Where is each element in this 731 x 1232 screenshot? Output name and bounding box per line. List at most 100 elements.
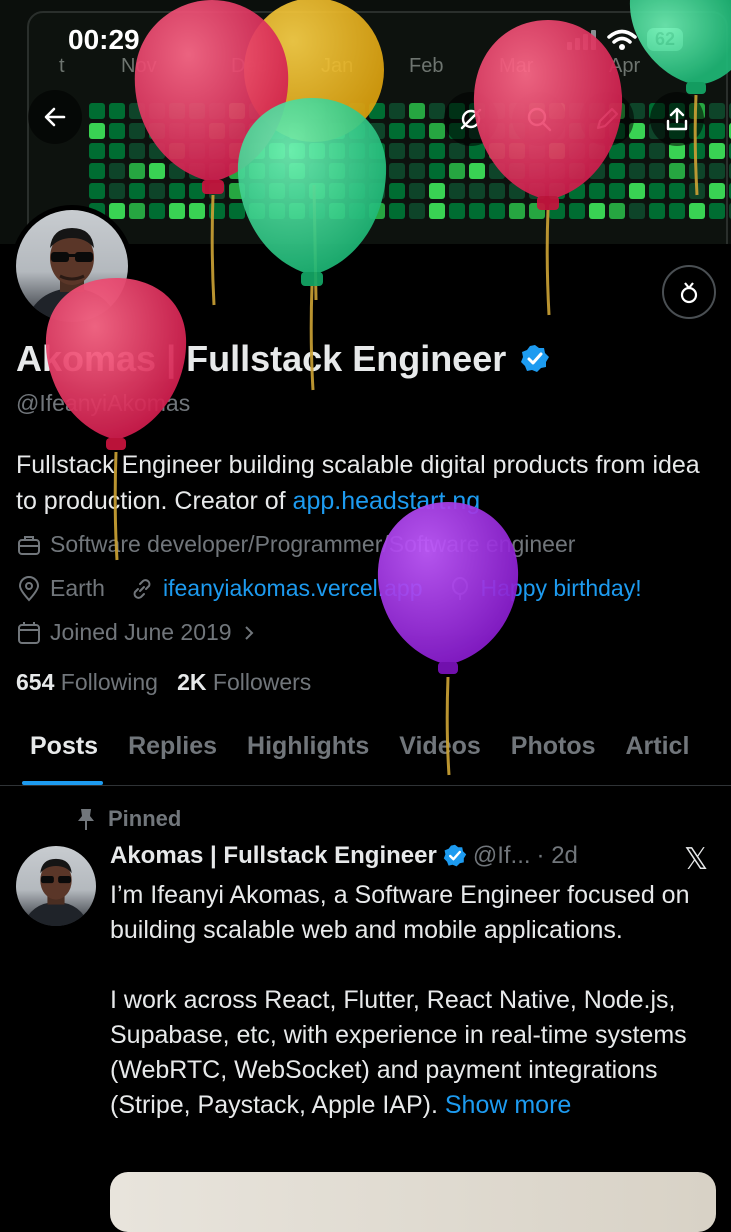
contribution-cell	[189, 143, 205, 159]
birthday-text[interactable]: Happy birthday!	[481, 575, 642, 602]
contribution-cell	[229, 183, 245, 199]
contribution-cell	[329, 143, 345, 159]
contribution-cell	[169, 123, 185, 139]
contribution-cell	[529, 183, 545, 199]
verified-badge-icon[interactable]	[520, 344, 550, 374]
contribution-cell	[129, 163, 145, 179]
post-media[interactable]	[110, 1172, 716, 1232]
contribution-cell	[189, 163, 205, 179]
post-author-name[interactable]: Akomas | Fullstack Engineer	[110, 842, 437, 870]
contribution-cell	[449, 143, 465, 159]
contribution-cell	[329, 103, 345, 119]
contribution-cell	[309, 183, 325, 199]
contribution-cell	[369, 143, 385, 159]
gift-icon	[680, 282, 698, 304]
search-button[interactable]	[512, 92, 566, 146]
post-avatar[interactable]	[16, 846, 96, 926]
contribution-cell	[489, 183, 505, 199]
share-button[interactable]	[650, 92, 704, 146]
month-label: Nov	[121, 55, 157, 77]
grok-button[interactable]	[444, 92, 498, 146]
link-icon	[133, 578, 151, 599]
website-item[interactable]: ifeanyiakomas.vercel.app	[129, 575, 423, 602]
contribution-cell	[149, 123, 165, 139]
contribution-cell	[409, 183, 425, 199]
following-count: 654	[16, 669, 55, 695]
contribution-cell	[169, 183, 185, 199]
contribution-cell	[149, 203, 165, 219]
contribution-cell	[209, 203, 225, 219]
contribution-cell	[509, 143, 525, 159]
contribution-cell	[129, 123, 145, 139]
x-logo-icon[interactable]: 𝕏	[684, 842, 708, 877]
contribution-cell	[529, 203, 545, 219]
battery-indicator: 62	[646, 28, 683, 51]
tab-highlights[interactable]: Highlights	[232, 720, 384, 785]
contribution-cell	[189, 183, 205, 199]
contribution-cell	[649, 163, 665, 179]
contribution-cell	[329, 183, 345, 199]
post-author-handle: @If...	[472, 842, 531, 869]
contribution-cell	[89, 123, 105, 139]
contribution-cell	[289, 143, 305, 159]
contribution-cell	[89, 103, 105, 119]
gift-button[interactable]	[662, 265, 716, 319]
contribution-cell	[429, 103, 445, 119]
contribution-cell	[589, 203, 605, 219]
contribution-cell	[429, 123, 445, 139]
profile-bio: Fullstack Engineer building scalable dig…	[16, 447, 716, 519]
contribution-cell	[329, 203, 345, 219]
contribution-cell	[389, 143, 405, 159]
contribution-cell	[289, 123, 305, 139]
contribution-cell	[209, 103, 225, 119]
contribution-cell	[249, 123, 265, 139]
location-text: Earth	[50, 575, 105, 601]
contribution-cell	[509, 183, 525, 199]
contribution-cell	[709, 143, 725, 159]
contribution-cell	[589, 163, 605, 179]
contribution-cell	[609, 183, 625, 199]
contribution-cell	[549, 183, 565, 199]
pencil-icon	[596, 107, 619, 130]
followers-link[interactable]: 2K Followers	[177, 669, 311, 695]
month-label: Dec	[231, 55, 267, 77]
contribution-cell	[249, 143, 265, 159]
contribution-cell	[629, 183, 645, 199]
contribution-cell	[489, 143, 505, 159]
contribution-cell	[389, 183, 405, 199]
contribution-cell	[409, 203, 425, 219]
location-icon	[18, 575, 40, 601]
tab-posts[interactable]: Posts	[0, 720, 113, 785]
profile-avatar[interactable]	[11, 205, 133, 327]
contribution-cell	[689, 183, 705, 199]
profile-name-row: Akomas | Fullstack Engineer	[16, 338, 550, 380]
contribution-cell	[229, 123, 245, 139]
contribution-cell	[89, 183, 105, 199]
following-link[interactable]: 654 Following	[16, 669, 158, 695]
back-button[interactable]	[28, 90, 82, 144]
contribution-cell	[149, 163, 165, 179]
tab-photos[interactable]: Photos	[496, 720, 611, 785]
month-label: Mar	[499, 55, 534, 77]
birthday-item[interactable]: Happy birthday!	[447, 575, 642, 602]
contribution-cell	[329, 123, 345, 139]
joined-row[interactable]: Joined June 2019	[16, 619, 258, 646]
show-more-link[interactable]: Show more	[445, 1091, 571, 1119]
tab-videos[interactable]: Videos	[384, 720, 496, 785]
contribution-cell	[669, 183, 685, 199]
website-link[interactable]: ifeanyiakomas.vercel.app	[163, 575, 423, 602]
bio-link[interactable]: app.headstart.ng	[293, 487, 481, 515]
contribution-cell	[609, 163, 625, 179]
post-body[interactable]: I’m Ifeanyi Akomas, a Software Engineer …	[110, 878, 720, 1123]
contribution-cell	[629, 203, 645, 219]
contribution-cell	[669, 203, 685, 219]
contribution-cell	[469, 203, 485, 219]
tab-articles[interactable]: Articl	[611, 720, 705, 785]
edit-button[interactable]	[580, 92, 634, 146]
contribution-cell	[589, 183, 605, 199]
contribution-cell	[389, 203, 405, 219]
tab-replies[interactable]: Replies	[113, 720, 232, 785]
contribution-cell	[229, 203, 245, 219]
month-label: Jan	[321, 55, 354, 77]
contribution-cell	[149, 143, 165, 159]
